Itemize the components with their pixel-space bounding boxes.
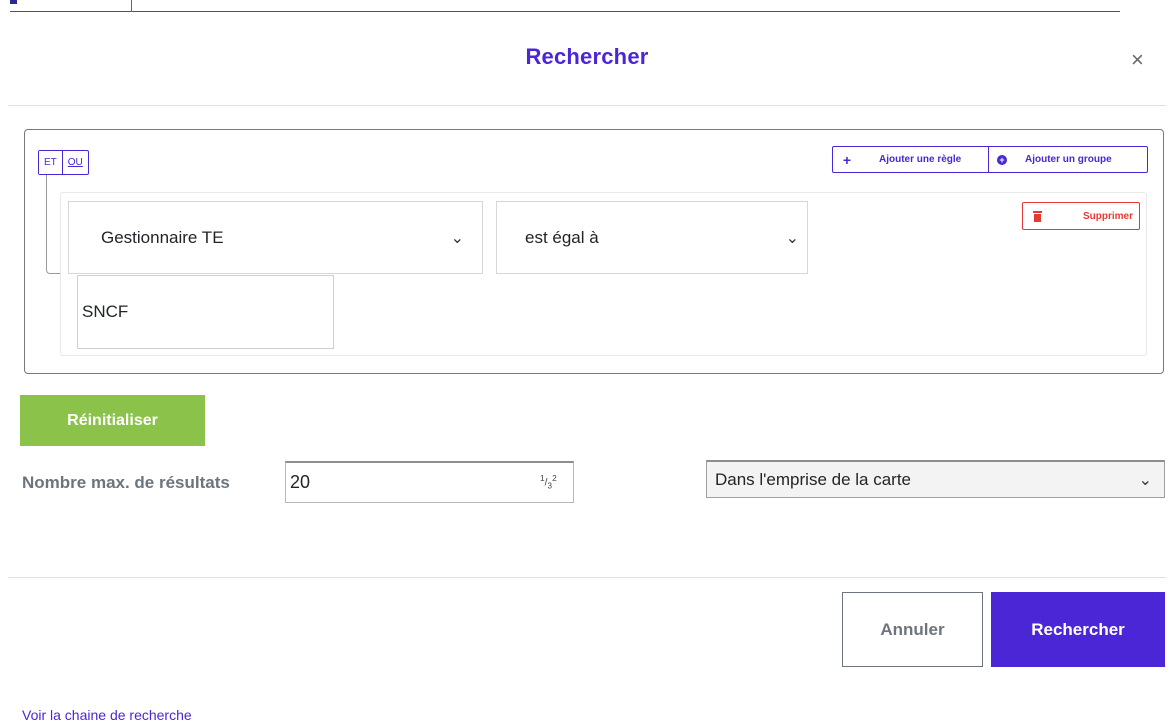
edge-corner (10, 0, 17, 4)
chevron-down-icon: ⌄ (450, 229, 464, 247)
extent-select[interactable]: Dans l'emprise de la carte ⌄ (706, 460, 1165, 498)
condition-and-button[interactable]: ET (39, 151, 62, 174)
delete-rule-label: Supprimer (1082, 210, 1133, 222)
add-rule-button[interactable]: + Ajouter une règle (833, 147, 989, 172)
operator-select-value: est égal à (525, 227, 599, 247)
edge-tick (131, 0, 132, 12)
max-results-label: Nombre max. de résultats (22, 473, 230, 492)
max-results-field[interactable]: 1/32 (285, 461, 574, 503)
header-divider (8, 105, 1166, 106)
plus-circle-icon: + (997, 154, 1007, 165)
trash-icon (1033, 210, 1042, 222)
chevron-down-icon: ⌄ (1138, 471, 1152, 489)
add-group-button[interactable]: + Ajouter un groupe (989, 147, 1147, 172)
field-select[interactable]: Gestionnaire TE ⌄ (68, 201, 483, 274)
chevron-down-icon: ⌄ (785, 229, 799, 247)
add-rule-label: Ajouter une règle (879, 154, 962, 165)
rule-value-input[interactable] (77, 275, 334, 349)
dialog-title: Rechercher (525, 44, 649, 69)
condition-or-button[interactable]: OU (61, 151, 88, 174)
delete-rule-button[interactable]: Supprimer (1022, 202, 1140, 230)
search-button[interactable]: Rechercher (991, 592, 1165, 667)
operator-select[interactable]: est égal à ⌄ (496, 201, 808, 274)
see-chain-link[interactable]: Voir la chaine de recherche (22, 707, 192, 723)
extent-select-value: Dans l'emprise de la carte (715, 469, 911, 489)
add-actions: + Ajouter une règle + Ajouter un groupe (832, 146, 1148, 173)
footer-divider (8, 577, 1166, 578)
close-icon[interactable]: × (1131, 47, 1144, 73)
max-results-input[interactable] (286, 471, 526, 494)
field-select-value: Gestionnaire TE (101, 227, 224, 247)
plus-icon: + (842, 151, 852, 168)
condition-toggle: ET OU (38, 150, 89, 175)
top-edge-strip (10, 0, 1120, 12)
cancel-button[interactable]: Annuler (842, 592, 983, 667)
number-spin-icon[interactable]: 1/32 (540, 474, 557, 490)
add-group-label: Ajouter un groupe (1025, 154, 1112, 165)
reset-button[interactable]: Réinitialiser (20, 395, 205, 446)
